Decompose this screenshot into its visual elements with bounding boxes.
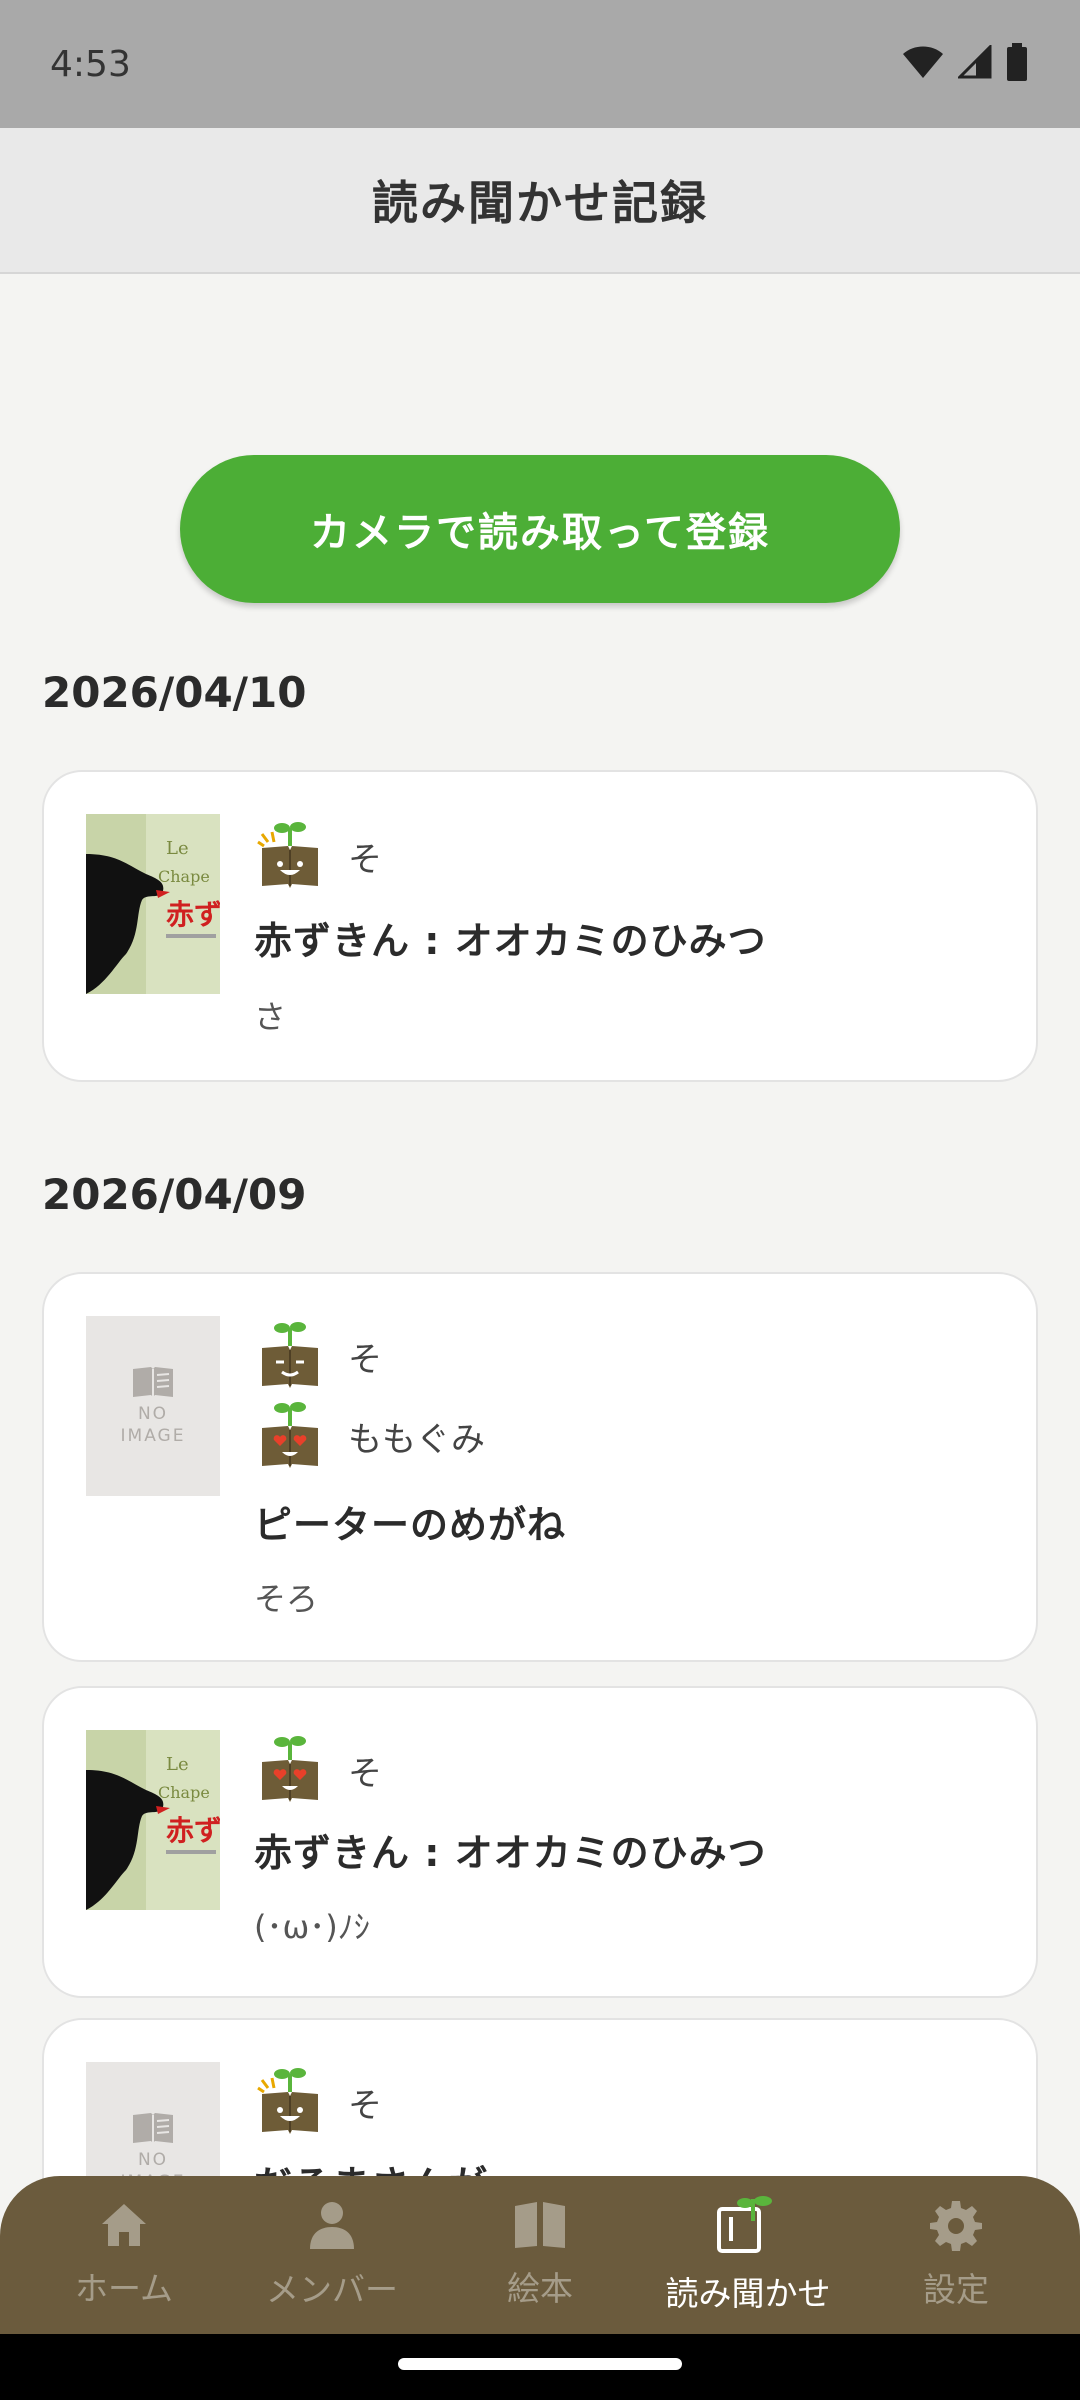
nav-item-members[interactable]: メンバー bbox=[232, 2190, 432, 2320]
smile-book-avatar-icon bbox=[254, 1320, 326, 1392]
no-image-label: NO IMAGE bbox=[120, 1404, 186, 1446]
member-name: そ bbox=[348, 1339, 382, 1380]
book-open-icon bbox=[513, 2200, 567, 2254]
app-bar: 読み聞かせ記録 bbox=[0, 128, 1080, 274]
camera-register-button[interactable]: カメラで読み取って登録 bbox=[180, 455, 900, 603]
nav-label: 読み聞かせ bbox=[665, 2274, 831, 2313]
book-cover-thumbnail bbox=[86, 1730, 220, 1910]
nav-item-home[interactable]: ホーム bbox=[24, 2190, 224, 2320]
date-header: 2026/04/10 bbox=[42, 668, 307, 717]
reading-sprout-icon bbox=[713, 2195, 783, 2259]
status-icons bbox=[902, 43, 1028, 85]
bottom-navigation: ホーム メンバー 絵本 読み聞かせ 設定 bbox=[0, 2176, 1080, 2334]
member-name: そ bbox=[348, 2085, 382, 2126]
book-title: 赤ずきん : オオカミのひみつ bbox=[254, 1831, 767, 1875]
gesture-handle[interactable] bbox=[398, 2358, 682, 2370]
reading-record-card[interactable]: そ 赤ずきん : オオカミのひみつ (･ω･)ﾉｼ bbox=[42, 1686, 1038, 1998]
book-placeholder-icon bbox=[131, 1365, 175, 1403]
reading-record-card[interactable]: そ 赤ずきん : オオカミのひみつ さ bbox=[42, 770, 1038, 1082]
book-title: 赤ずきん : オオカミのひみつ bbox=[254, 919, 767, 963]
wifi-icon bbox=[902, 44, 944, 84]
nav-item-settings[interactable]: 設定 bbox=[856, 2190, 1056, 2320]
member-row: ももぐみ bbox=[254, 1400, 485, 1472]
member-row: そ bbox=[254, 2066, 382, 2138]
record-note: そろ bbox=[254, 1580, 319, 1618]
book-cover-thumbnail bbox=[86, 814, 220, 994]
status-time: 4:53 bbox=[50, 43, 131, 85]
book-title: ピーターのめがね bbox=[254, 1503, 567, 1547]
no-image-thumbnail: NO IMAGE bbox=[86, 1316, 220, 1496]
page-title: 読み聞かせ記録 bbox=[372, 176, 708, 230]
heart-eyes-book-avatar-icon bbox=[254, 1734, 326, 1806]
member-name: ももぐみ bbox=[348, 1419, 486, 1460]
nav-label: メンバー bbox=[266, 2270, 398, 2309]
nav-label: ホーム bbox=[74, 2269, 173, 2308]
member-row: そ bbox=[254, 820, 382, 892]
record-note: さ bbox=[254, 998, 287, 1036]
signal-icon bbox=[956, 43, 992, 83]
member-name: そ bbox=[348, 839, 382, 880]
date-header: 2026/04/09 bbox=[42, 1170, 307, 1219]
sparkle-book-avatar-icon bbox=[254, 2066, 326, 2138]
member-row: そ bbox=[254, 1734, 382, 1806]
battery-icon bbox=[1006, 43, 1028, 85]
member-row: そ bbox=[254, 1320, 382, 1392]
sparkle-book-avatar-icon bbox=[254, 820, 326, 892]
nav-label: 絵本 bbox=[507, 2269, 573, 2308]
reading-record-card[interactable]: NO IMAGE そ ももぐみ ピーターのめがね そろ bbox=[42, 1272, 1038, 1662]
status-bar: 4:53 bbox=[0, 0, 1080, 128]
person-icon bbox=[306, 2199, 358, 2255]
home-icon bbox=[98, 2200, 150, 2254]
nav-label: 設定 bbox=[923, 2270, 989, 2309]
heart-eyes-book-avatar-icon bbox=[254, 1400, 326, 1472]
book-placeholder-icon bbox=[131, 2111, 175, 2149]
nav-item-reading[interactable]: 読み聞かせ bbox=[648, 2190, 848, 2320]
nav-item-books[interactable]: 絵本 bbox=[440, 2190, 640, 2320]
member-name: そ bbox=[348, 1753, 382, 1794]
record-note: (･ω･)ﾉｼ bbox=[254, 1908, 370, 1946]
gear-icon bbox=[930, 2199, 982, 2255]
